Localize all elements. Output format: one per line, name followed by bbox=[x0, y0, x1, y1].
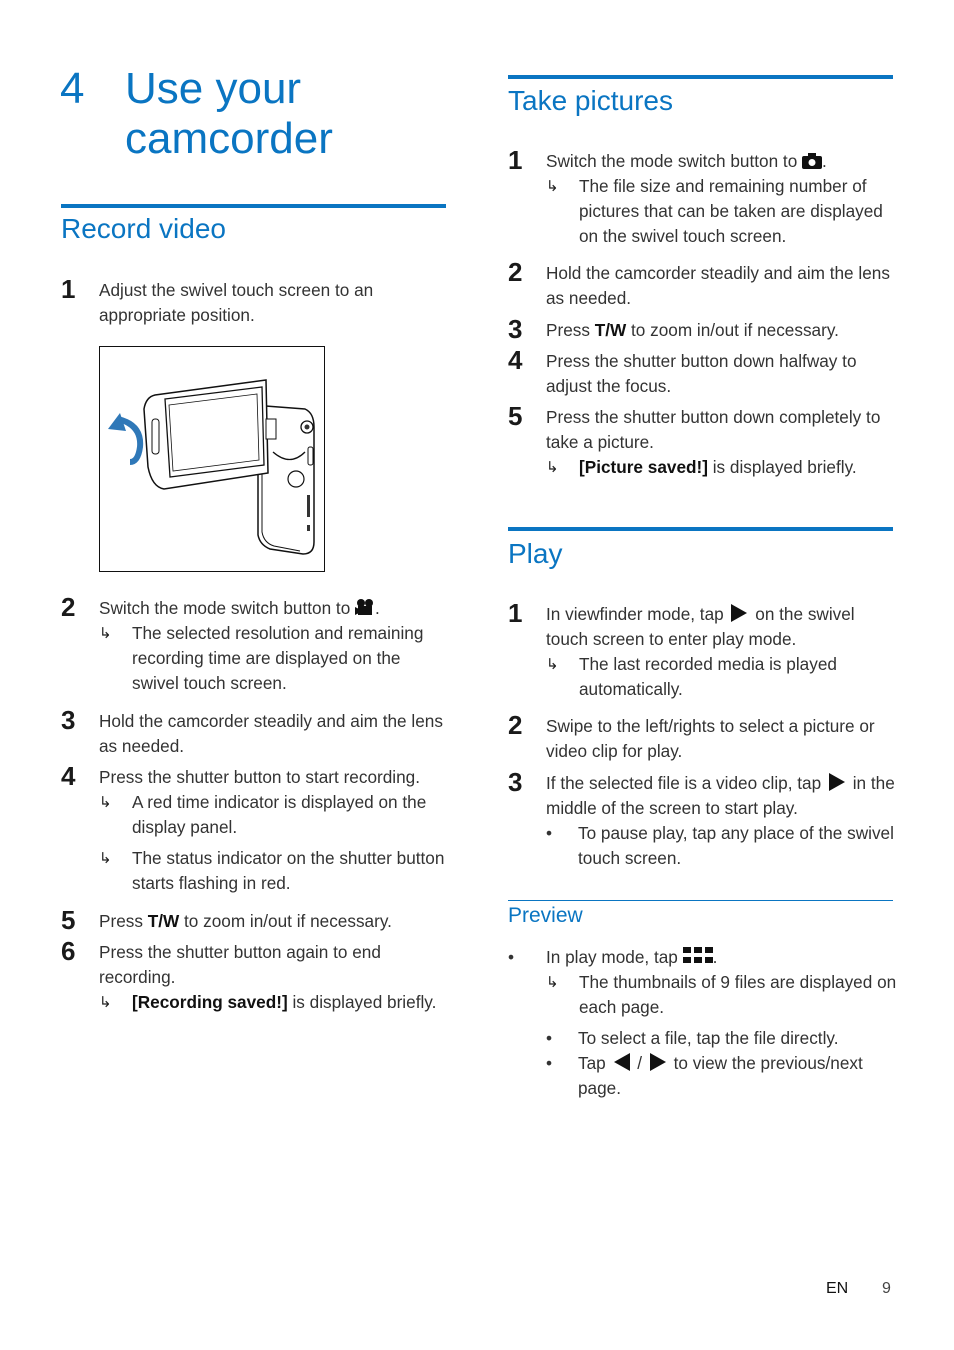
chapter-title-line1: Use your bbox=[125, 64, 302, 113]
result-arrow-icon: ↳ bbox=[99, 625, 112, 642]
step-number: 1 bbox=[61, 274, 76, 304]
thumbnail-grid-icon bbox=[682, 947, 713, 972]
section-title-play: Play bbox=[508, 538, 563, 569]
step-text: Hold the camcorder steadily and aim the … bbox=[99, 711, 443, 756]
step-number: 4 bbox=[61, 761, 76, 791]
step-number: 4 bbox=[508, 345, 523, 375]
result-arrow-icon: ↳ bbox=[546, 459, 559, 476]
previous-icon bbox=[613, 1053, 630, 1071]
page-number: 9 bbox=[882, 1280, 891, 1297]
step-text: Press the shutter button to start record… bbox=[99, 767, 420, 787]
result-arrow-icon: ↳ bbox=[99, 994, 112, 1011]
play-icon bbox=[731, 604, 748, 622]
step-number: 5 bbox=[61, 905, 76, 935]
step-text: Swipe to the left/rights to select a pic… bbox=[546, 716, 875, 761]
bullet-icon: • bbox=[546, 823, 553, 843]
play-icon bbox=[828, 773, 845, 791]
subsection-rule bbox=[508, 900, 893, 901]
step-text: Hold the camcorder steadily and aim the … bbox=[546, 263, 890, 308]
step-number: 6 bbox=[61, 936, 76, 966]
step-number: 3 bbox=[508, 767, 523, 797]
step-number: 2 bbox=[508, 710, 523, 740]
bullet-icon: • bbox=[546, 1053, 553, 1073]
result-arrow-icon: ↳ bbox=[99, 794, 112, 811]
section-rule bbox=[61, 204, 446, 208]
bullet-icon: • bbox=[508, 947, 515, 967]
step-number: 2 bbox=[61, 592, 76, 622]
camera-icon bbox=[802, 151, 823, 176]
next-icon bbox=[649, 1053, 666, 1071]
step-text: In viewfinder mode, tap on the swivel to… bbox=[546, 604, 855, 649]
step-number: 3 bbox=[508, 314, 523, 344]
step-text: Switch the mode switch button to . bbox=[99, 596, 449, 623]
video-camera-icon bbox=[355, 598, 375, 623]
step-text: If the selected file is a video clip, ta… bbox=[546, 773, 895, 818]
chapter-number: 4 bbox=[60, 64, 85, 113]
bullet-icon: • bbox=[546, 1028, 553, 1048]
step-number: 5 bbox=[508, 401, 523, 431]
result-arrow-icon: ↳ bbox=[546, 656, 559, 673]
step-number: 2 bbox=[508, 257, 523, 287]
chapter-title: Use your camcorder bbox=[125, 64, 333, 164]
step-text: Adjust the swivel touch screen to an app… bbox=[99, 280, 374, 325]
chapter-title-line2: camcorder bbox=[125, 114, 333, 163]
step-text: Press the shutter button down halfway to… bbox=[546, 351, 857, 396]
result-arrow-icon: ↳ bbox=[546, 974, 559, 991]
step-number: 1 bbox=[508, 598, 523, 628]
camcorder-figure bbox=[99, 346, 325, 572]
footer-language: EN bbox=[826, 1280, 849, 1297]
step-text: Press T/W to zoom in/out if necessary. bbox=[546, 320, 839, 340]
section-title-record-video: Record video bbox=[61, 213, 226, 244]
section-title-take-pictures: Take pictures bbox=[508, 85, 673, 116]
step-text: Switch the mode switch button to . bbox=[546, 149, 896, 176]
section-rule bbox=[508, 527, 893, 531]
section-rule bbox=[508, 75, 893, 79]
step-text: Press T/W to zoom in/out if necessary. bbox=[99, 911, 392, 931]
result-arrow-icon: ↳ bbox=[99, 850, 112, 867]
camcorder-illustration bbox=[108, 379, 315, 555]
step-number: 1 bbox=[508, 145, 523, 175]
step-number: 3 bbox=[61, 705, 76, 735]
step-text: Press the shutter button again to end re… bbox=[99, 942, 381, 987]
subsection-title-preview: Preview bbox=[508, 904, 583, 927]
result-arrow-icon: ↳ bbox=[546, 178, 559, 195]
step-text: Press the shutter button down completely… bbox=[546, 407, 881, 452]
